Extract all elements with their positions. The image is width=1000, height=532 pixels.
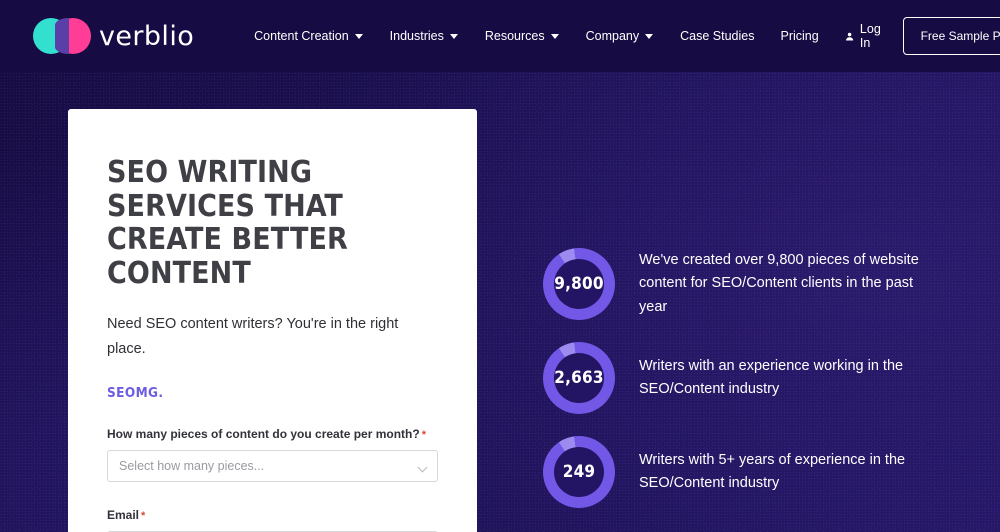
lead-form-card: SEO WRITING SERVICES THAT CREATE BETTER … <box>68 109 477 532</box>
nav-item-label: Resources <box>484 29 545 43</box>
pieces-per-month-select[interactable]: Select how many pieces... <box>107 450 438 483</box>
donut-ring-icon: 2,663 <box>543 342 615 414</box>
stat-value: 2,663 <box>554 368 604 388</box>
login-link[interactable]: Log In <box>845 22 885 50</box>
nav-item-label: Content Creation <box>254 29 349 43</box>
nav-actions: Log In Free Sample Post Sign Up <box>845 17 1000 55</box>
field-email: Email* Enter your email... <box>107 508 438 532</box>
nav-item-content-creation[interactable]: Content Creation <box>254 29 363 43</box>
field-label: How many pieces of content do you create… <box>107 427 438 441</box>
stat-description: We've created over 9,800 pieces of websi… <box>639 251 919 315</box>
field-label-text: How many pieces of content do you create… <box>107 427 420 442</box>
stat-item: 2,663 Writers with an experience working… <box>543 342 963 414</box>
required-asterisk: * <box>421 429 426 442</box>
nav-item-company[interactable]: Company <box>586 29 654 43</box>
nav-item-label: Pricing <box>780 29 819 43</box>
top-navigation-bar: verblio Content Creation Industries Reso… <box>0 0 1000 72</box>
stat-item: 249 Writers with 5+ years of experience … <box>543 436 963 508</box>
nav-item-label: Company <box>585 29 640 43</box>
page-title: SEO WRITING SERVICES THAT CREATE BETTER … <box>107 155 348 291</box>
select-placeholder: Select how many pieces... <box>119 459 265 474</box>
login-label: Log In <box>859 22 881 50</box>
verblio-circles-logo-icon <box>33 18 91 54</box>
field-label: Email * <box>107 508 438 522</box>
page-root: verblio Content Creation Industries Reso… <box>0 0 1000 532</box>
stat-item: 9,800 We've created over 9,800 pieces of… <box>543 248 963 320</box>
required-asterisk: * <box>141 510 146 523</box>
brand-name: verblio <box>99 20 195 52</box>
brand-logo-link[interactable]: verblio <box>33 18 194 54</box>
donut-ring-icon: 249 <box>543 436 615 508</box>
chevron-down-icon <box>354 33 363 39</box>
stat-value: 249 <box>562 462 596 482</box>
nav-item-case-studies[interactable]: Case Studies <box>680 29 754 43</box>
chevron-down-icon <box>645 33 654 39</box>
free-sample-post-button[interactable]: Free Sample Post <box>902 17 1000 55</box>
field-label-text: Email <box>107 508 140 523</box>
chevron-down-icon <box>449 33 458 39</box>
chevron-down-icon <box>550 33 559 39</box>
page-subtitle: Need SEO content writers? You're in the … <box>107 316 399 358</box>
stats-list: 9,800 We've created over 9,800 pieces of… <box>543 248 963 530</box>
nav-item-resources[interactable]: Resources <box>485 29 559 43</box>
stat-value: 9,800 <box>554 274 604 294</box>
field-pieces-per-month: How many pieces of content do you create… <box>107 427 438 483</box>
nav-item-label: Industries <box>389 29 444 43</box>
nav-item-label: Case Studies <box>680 29 755 43</box>
seomg-tagline: SEOMG. <box>107 385 164 402</box>
chevron-down-icon <box>417 462 428 473</box>
nav-links: Content Creation Industries Resources Co… <box>254 29 845 43</box>
donut-ring-icon: 9,800 <box>543 248 615 320</box>
stat-description: Writers with 5+ years of experience in t… <box>639 451 906 491</box>
nav-item-industries[interactable]: Industries <box>390 29 458 43</box>
nav-item-pricing[interactable]: Pricing <box>780 29 818 43</box>
stat-description: Writers with an experience working in th… <box>639 357 904 397</box>
user-icon <box>845 32 853 41</box>
